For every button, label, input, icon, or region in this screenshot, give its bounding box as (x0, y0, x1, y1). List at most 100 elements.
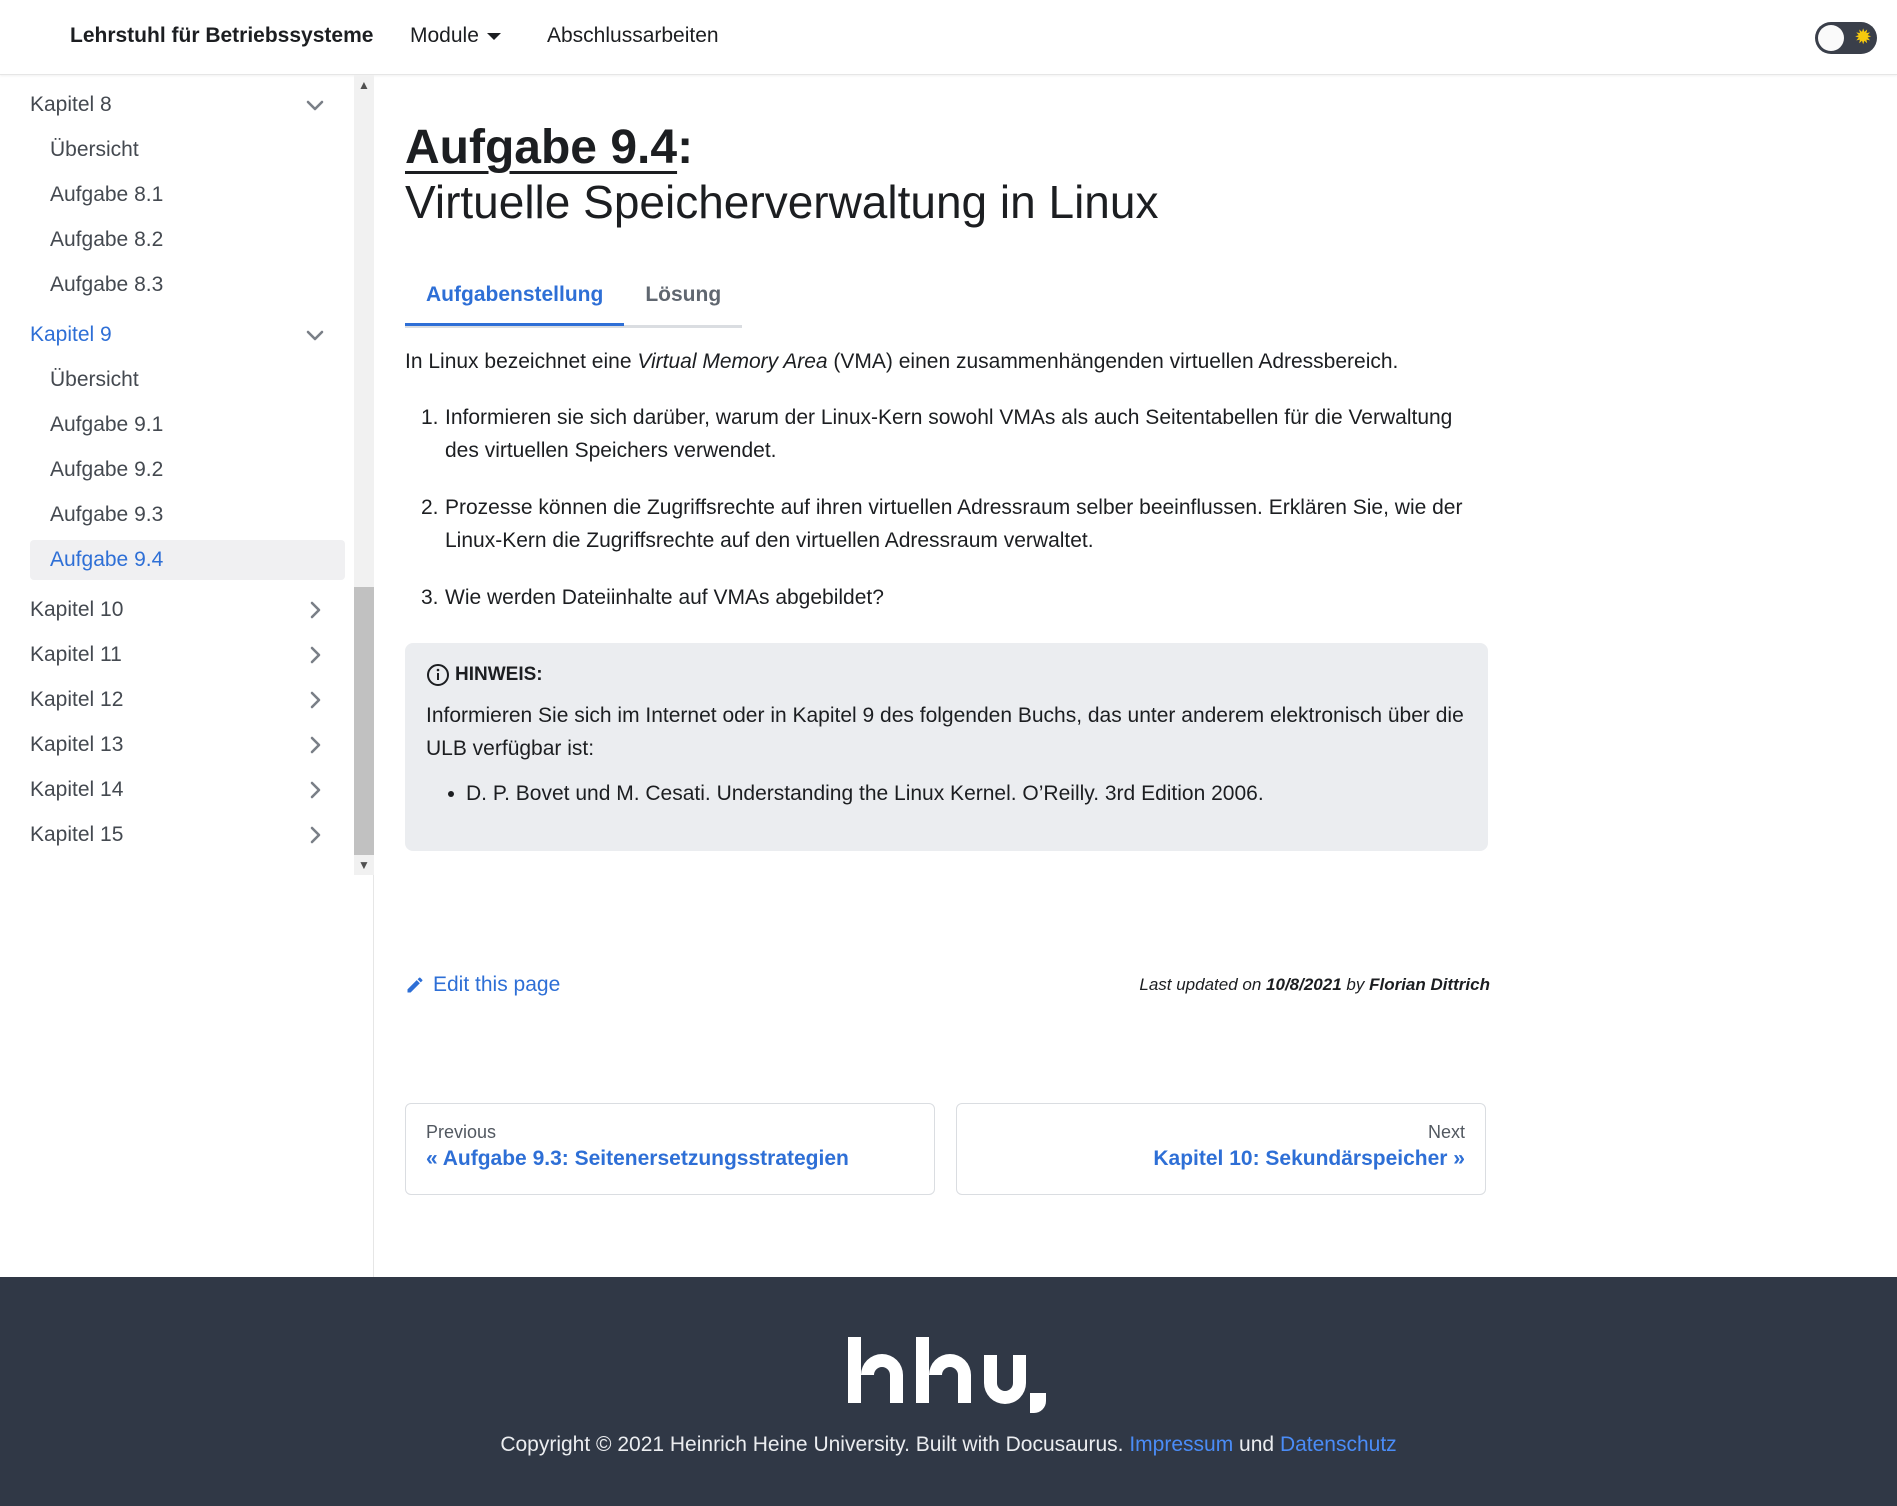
chevron-right-icon[interactable] (303, 643, 327, 667)
chevron-right-icon[interactable] (303, 598, 327, 622)
title-colon: : (677, 121, 694, 174)
sidebar-item[interactable]: Übersicht (30, 360, 345, 400)
sidebar-chapter[interactable]: Kapitel 13 (30, 725, 345, 765)
hhu-logo[interactable] (846, 1335, 1051, 1425)
datenschutz-link[interactable]: Datenschutz (1280, 1433, 1397, 1456)
scrollbar-thumb[interactable] (354, 587, 374, 855)
tab-loesung[interactable]: Lösung (624, 267, 742, 323)
pagination-next[interactable]: Next Kapitel 10: Sekundärspeicher » (956, 1103, 1486, 1195)
updated-prefix: Last updated on (1139, 975, 1267, 994)
caret-down-icon (486, 32, 501, 40)
sidebar-item-label: Kapitel 15 (30, 823, 124, 846)
sidebar-item-label: Aufgabe 8.3 (50, 273, 164, 296)
sidebar-item-label: Aufgabe 9.3 (50, 503, 164, 526)
hint-text: Informieren Sie sich im Internet oder in… (426, 704, 1464, 760)
sidebar-item[interactable]: Aufgabe 8.3 (30, 265, 345, 305)
footer-copyright: Copyright © 2021 Heinrich Heine Universi… (0, 1433, 1897, 1457)
list-number: 1. (421, 406, 439, 429)
sidebar-chapter[interactable]: Kapitel 11 (30, 635, 345, 675)
title-link[interactable]: Aufgabe 9.4 (405, 121, 677, 174)
scroll-down-arrow-icon[interactable]: ▼ (354, 855, 374, 875)
footer: Copyright © 2021 Heinrich Heine Universi… (0, 1277, 1897, 1506)
sidebar-chapter[interactable]: Kapitel 10 (30, 590, 345, 630)
sidebar-item[interactable]: Aufgabe 9.3 (30, 495, 345, 535)
updated-by: by (1341, 975, 1370, 994)
sidebar-item-label: Aufgabe 8.1 (50, 183, 164, 206)
hint-bullet: D. P. Bovet und M. Cesati. Understanding… (426, 777, 1467, 810)
page-subtitle: Virtuelle Speicherverwaltung in Linux (405, 176, 1159, 228)
list-item-text: Prozesse können die Zugriffsrechte auf i… (445, 496, 1463, 552)
sidebar-scrollbar[interactable]: ▲ ▼ (354, 75, 374, 875)
footer-und: und (1239, 1433, 1275, 1456)
sidebar-chapter[interactable]: Kapitel 8 (30, 85, 345, 125)
sidebar-item[interactable]: Aufgabe 9.4 (30, 540, 345, 580)
intro-emphasis: Virtual Memory Area (637, 350, 828, 373)
chevron-right-icon[interactable] (303, 778, 327, 802)
intro-text-post: (VMA) einen zusammenhängenden virtuellen… (827, 350, 1399, 373)
toggle-knob (1818, 25, 1844, 51)
intro-text-pre: In Linux bezeichnet eine (405, 350, 638, 373)
sidebar-item-label: Übersicht (50, 368, 139, 391)
module-label: Module (410, 24, 479, 47)
sidebar-item-label: Kapitel 9 (30, 323, 112, 346)
pagination-next-label: Kapitel 10: Sekundärspeicher » (1153, 1147, 1465, 1170)
tab-bar: Aufgabenstellung Lösung (405, 267, 743, 328)
sidebar-item[interactable]: Aufgabe 8.1 (30, 175, 345, 215)
intro-paragraph: In Linux bezeichnet eine Virtual Memory … (405, 345, 1490, 378)
edit-page-link[interactable]: Edit this page (405, 973, 560, 997)
pagination-prev-label: « Aufgabe 9.3: Seitenersetzungsstrategie… (426, 1147, 849, 1170)
sidebar-item[interactable]: Aufgabe 9.1 (30, 405, 345, 445)
page-title: Aufgabe 9.4: (405, 120, 693, 175)
thesis-link[interactable]: Abschlussarbeiten (547, 24, 719, 48)
list-item: 3. Wie werden Dateiinhalte auf VMAs abgeb… (405, 581, 1490, 614)
sidebar-item[interactable]: Übersicht (30, 130, 345, 170)
sidebar-item-label: Aufgabe 9.4 (50, 548, 164, 571)
sidebar-item[interactable]: Aufgabe 9.2 (30, 450, 345, 490)
sidebar-item-label: Aufgabe 9.2 (50, 458, 164, 481)
navbar: Lehrstuhl für Betriebssysteme Module Abs… (0, 0, 1897, 75)
sidebar-item-label: Kapitel 11 (30, 643, 122, 666)
hint-bullet-text: D. P. Bovet und M. Cesati. Understanding… (466, 782, 1264, 805)
bullet-dot (448, 791, 454, 797)
info-icon (427, 664, 449, 686)
sidebar-item-label: Kapitel 12 (30, 688, 124, 711)
updated-author: Florian Dittrich (1369, 975, 1490, 994)
list-number: 2. (421, 496, 439, 519)
sidebar-item-label: Übersicht (50, 138, 139, 161)
hint-admonition: HINWEIS: Informieren Sie sich im Interne… (405, 643, 1488, 851)
sidebar-chapter[interactable]: Kapitel 9 (30, 315, 345, 355)
chevron-down-icon[interactable] (303, 93, 327, 117)
list-item: 1. Informieren sie sich darüber, warum de… (405, 401, 1490, 467)
copyright-text: Copyright © 2021 Heinrich Heine Universi… (500, 1433, 1124, 1456)
chevron-right-icon[interactable] (303, 733, 327, 757)
sidebar-item-label: Kapitel 8 (30, 93, 112, 116)
pencil-icon (407, 977, 423, 993)
sidebar: Kapitel 8 Übersicht Aufgabe 8.1 Aufgabe 8.2… (0, 75, 374, 1277)
sidebar-chapter[interactable]: Kapitel 15 (30, 815, 345, 855)
sidebar-item-label: Kapitel 13 (30, 733, 124, 756)
last-updated: Last updated on 10/8/2021 by Florian Dit… (1139, 975, 1490, 995)
sidebar-chapter[interactable]: Kapitel 12 (30, 680, 345, 720)
sidebar-item[interactable]: Aufgabe 8.2 (30, 220, 345, 260)
list-item-text: Wie werden Dateiinhalte auf VMAs abgebil… (445, 586, 884, 609)
list-number: 3. (421, 586, 439, 609)
pagination-prev-sublabel: Previous (426, 1122, 497, 1142)
dark-mode-toggle[interactable]: ✹ (1815, 22, 1877, 54)
chevron-right-icon[interactable] (303, 823, 327, 847)
sidebar-item-label: Aufgabe 8.2 (50, 228, 164, 251)
sidebar-item-label: Aufgabe 9.1 (50, 413, 164, 436)
updated-date: 10/8/2021 (1266, 975, 1342, 994)
pagination-prev[interactable]: Previous « Aufgabe 9.3: Seitenersetzungs… (405, 1103, 935, 1195)
hint-heading-text: HINWEIS: (455, 664, 543, 685)
chevron-right-icon[interactable] (303, 688, 327, 712)
list-item-text: Informieren sie sich darüber, warum der … (445, 406, 1453, 462)
edit-page-label: Edit this page (433, 973, 561, 996)
brand-link[interactable]: Lehrstuhl für Betriebssysteme (70, 24, 373, 48)
tab-aufgabenstellung[interactable]: Aufgabenstellung (405, 267, 625, 326)
scroll-up-arrow-icon[interactable]: ▲ (354, 75, 374, 95)
impressum-link[interactable]: Impressum (1129, 1433, 1233, 1456)
pagination-next-sublabel: Next (1427, 1122, 1465, 1142)
chevron-down-icon[interactable] (303, 323, 327, 347)
module-dropdown[interactable]: Module (410, 24, 501, 48)
sidebar-chapter[interactable]: Kapitel 14 (30, 770, 345, 810)
